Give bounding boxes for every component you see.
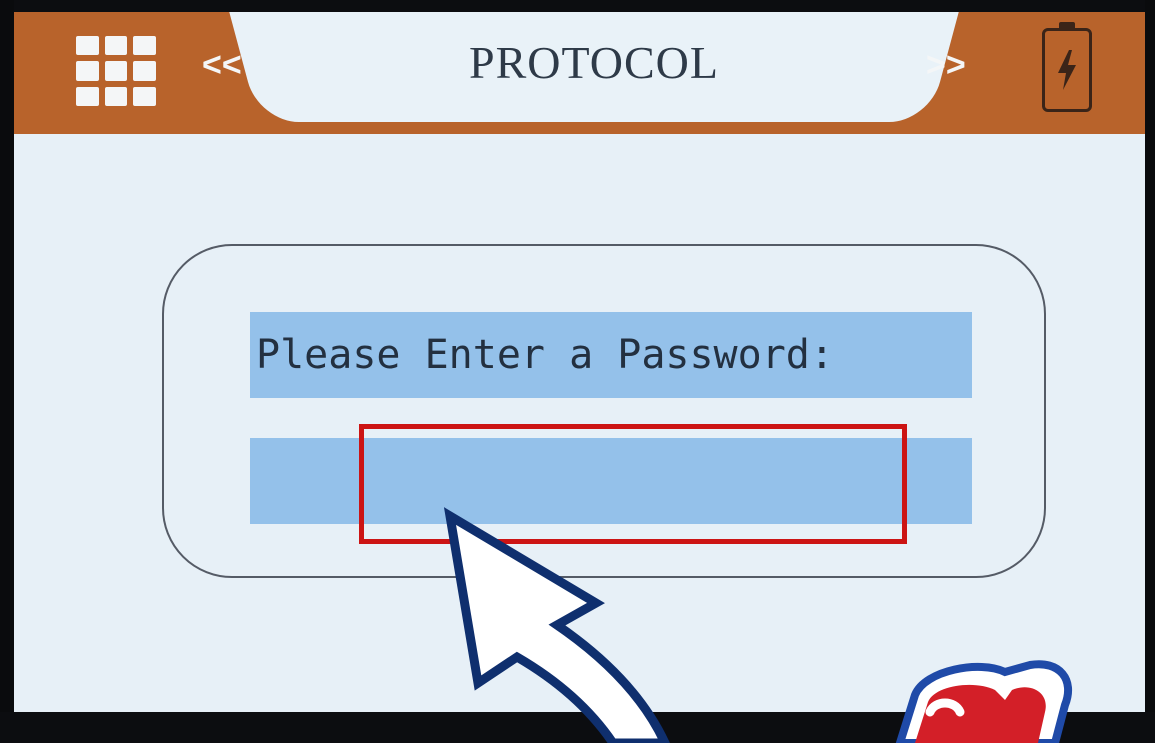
battery-charging-icon: [1042, 22, 1092, 112]
page-title: PROTOCOL: [469, 36, 719, 88]
prompt-bar: Please Enter a Password:: [250, 312, 972, 398]
next-page-button[interactable]: >>: [926, 46, 966, 85]
device-bezel-bottom: [0, 712, 1155, 743]
header-bar: << PROTOCOL >>: [14, 12, 1145, 134]
password-prompt-label: Please Enter a Password:: [256, 332, 834, 378]
device-screen: << PROTOCOL >> Please Enter a Password:: [14, 12, 1145, 712]
device-bezel-left: [0, 0, 14, 743]
grid-menu-icon[interactable]: [76, 36, 156, 106]
device-bezel-right: [1145, 0, 1155, 743]
title-tab: PROTOCOL: [274, 12, 914, 122]
highlight-box: [359, 424, 907, 544]
previous-page-button[interactable]: <<: [202, 46, 242, 85]
